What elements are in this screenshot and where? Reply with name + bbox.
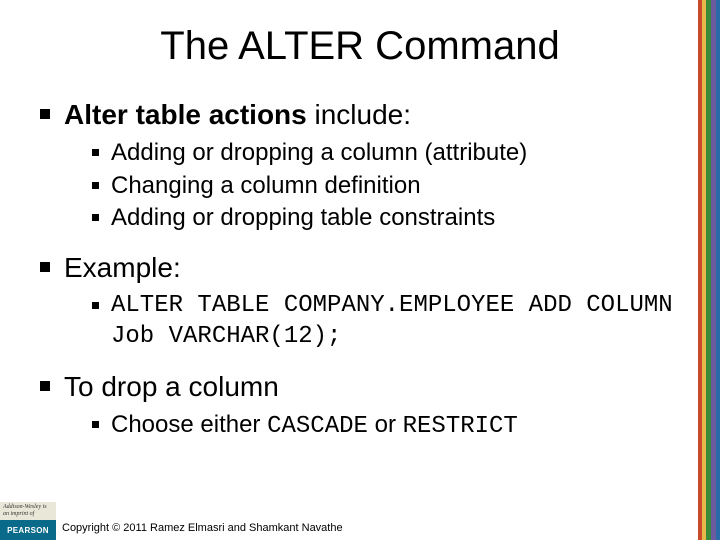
accent-bar <box>698 0 720 540</box>
square-bullet-icon <box>92 149 99 156</box>
publisher-logo: Addison-Wesley is an imprint of PEARSON <box>0 502 56 540</box>
heading-rest: To drop a column <box>64 371 279 402</box>
footer: Addison-Wesley is an imprint of PEARSON … <box>0 502 720 540</box>
square-bullet-icon <box>92 421 99 428</box>
item-text: Adding or dropping table constraints <box>111 203 495 234</box>
list-item: Changing a column definition <box>92 171 686 202</box>
list-item: Adding or dropping a column (attribute) <box>92 138 686 169</box>
slide-title: The ALTER Command <box>34 24 686 69</box>
square-bullet-icon <box>40 109 50 119</box>
list-item: Choose either CASCADE or RESTRICT <box>92 410 686 443</box>
slide-content: Alter table actions include: Adding or d… <box>34 97 686 442</box>
heading-rest: include: <box>307 99 411 130</box>
code-text: ALTER TABLE COMPANY.EMPLOYEE ADD COLUMN … <box>111 291 686 352</box>
pearson-tag: PEARSON <box>0 520 56 540</box>
sub-list: ALTER TABLE COMPANY.EMPLOYEE ADD COLUMN … <box>92 291 686 352</box>
list-item: ALTER TABLE COMPANY.EMPLOYEE ADD COLUMN … <box>92 291 686 352</box>
bullet-example: Example: <box>40 250 686 285</box>
bullet-drop-column: To drop a column <box>40 369 686 404</box>
item-text: Choose either CASCADE or RESTRICT <box>111 410 518 443</box>
item-text: Changing a column definition <box>111 171 421 202</box>
square-bullet-icon <box>40 262 50 272</box>
square-bullet-icon <box>92 214 99 221</box>
bullet-alter-actions: Alter table actions include: <box>40 97 686 132</box>
square-bullet-icon <box>40 381 50 391</box>
sub-list: Choose either CASCADE or RESTRICT <box>92 410 686 443</box>
sub-list: Adding or dropping a column (attribute) … <box>92 138 686 234</box>
list-item: Adding or dropping table constraints <box>92 203 686 234</box>
square-bullet-icon <box>92 302 99 309</box>
square-bullet-icon <box>92 182 99 189</box>
item-text: Adding or dropping a column (attribute) <box>111 138 527 169</box>
addison-wesley-tag: Addison-Wesley is an imprint of <box>0 502 56 520</box>
copyright-text: Copyright © 2011 Ramez Elmasri and Shamk… <box>62 522 343 534</box>
heading-bold: Alter table actions <box>64 99 307 130</box>
slide: The ALTER Command Alter table actions in… <box>0 0 720 540</box>
heading-rest: Example: <box>64 252 181 283</box>
